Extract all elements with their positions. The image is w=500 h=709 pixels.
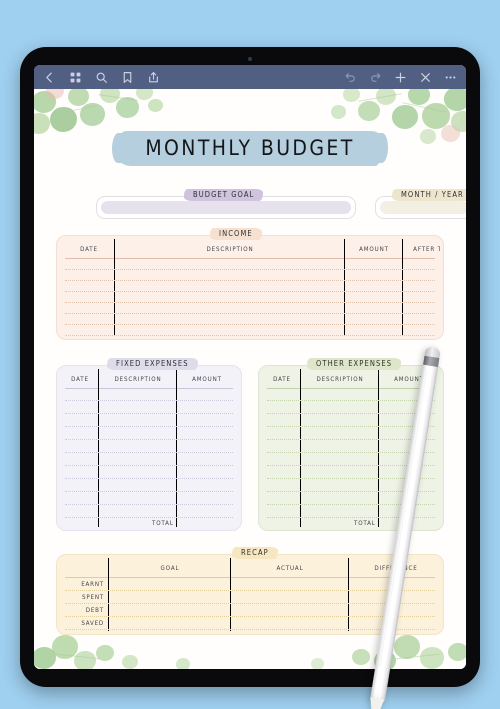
toolbar-left-group	[43, 71, 160, 84]
page-title-banner: MONTHLY BUDGET	[112, 131, 389, 166]
month-year-tag: MONTH / YEAR	[392, 189, 466, 201]
search-icon[interactable]	[95, 71, 108, 84]
page-title-wrap: MONTHLY BUDGET	[34, 131, 466, 166]
recap-col-sep-3	[348, 558, 349, 631]
front-camera-icon	[248, 57, 252, 61]
bookmark-icon[interactable]	[121, 71, 134, 84]
income-section-tag: INCOME	[210, 228, 262, 240]
recap-col-sep-2	[230, 558, 231, 631]
fixed-row-rule	[65, 439, 233, 440]
recap-row-label-saved: SAVED	[81, 620, 104, 627]
recap-header-rule	[65, 577, 435, 578]
fixed-row-rule	[65, 400, 233, 401]
fixed-col-amount: AMOUNT	[192, 376, 222, 383]
income-row-rule	[65, 335, 435, 336]
recap-col-goal: GOAL	[160, 565, 180, 572]
fixed-row-rule	[65, 491, 233, 492]
income-table[interactable]: DATE DESCRIPTION AMOUNT AFTER TAX	[60, 239, 440, 336]
fixed-row-rule	[65, 504, 233, 505]
recap-row-label-earnt: EARNT	[81, 581, 104, 588]
income-col-after-tax: AFTER TAX	[413, 246, 440, 253]
fixed-row-rule	[65, 452, 233, 453]
recap-row-rule	[65, 629, 435, 630]
fixed-row-rule	[65, 517, 233, 518]
income-row-rule	[65, 291, 435, 292]
income-col-sep-3	[402, 239, 403, 336]
income-header-rule	[65, 258, 435, 259]
recap-row-rule	[65, 616, 435, 617]
fixed-expenses-section: DATE DESCRIPTION AMOUNT TOTAL	[56, 365, 242, 531]
budget-goal-input[interactable]	[101, 201, 351, 214]
fixed-row-rule	[65, 413, 233, 414]
undo-icon[interactable]	[344, 71, 357, 84]
redo-icon[interactable]	[369, 71, 382, 84]
recap-row-rule	[65, 590, 435, 591]
add-icon[interactable]	[394, 71, 407, 84]
eucalyptus-leaves-bottom	[34, 629, 466, 669]
toolbar-right-group	[344, 71, 457, 84]
other-col-description: DESCRIPTION	[316, 376, 364, 383]
recap-col-sep-1	[108, 558, 109, 631]
other-col-date: DATE	[273, 376, 291, 383]
fixed-row-rule	[65, 465, 233, 466]
recap-section-tag: RECAP	[232, 547, 278, 559]
income-row-rule	[65, 324, 435, 325]
income-row-rule	[65, 313, 435, 314]
income-row-rule	[65, 302, 435, 303]
screenshot-root: MONTHLY BUDGET BUDGET GOAL MONTH / YEAR …	[0, 0, 500, 709]
income-col-sep-2	[344, 239, 345, 336]
income-col-amount: AMOUNT	[359, 246, 389, 253]
income-col-date: DATE	[80, 246, 98, 253]
month-year-input[interactable]	[380, 201, 466, 214]
close-icon[interactable]	[419, 71, 432, 84]
tablet-device: MONTHLY BUDGET BUDGET GOAL MONTH / YEAR …	[20, 47, 480, 709]
recap-row-label-debt: DEBT	[85, 607, 104, 614]
income-col-description: DESCRIPTION	[206, 246, 254, 253]
other-expenses-section-tag: OTHER EXPENSES	[307, 358, 402, 370]
app-toolbar	[34, 65, 466, 89]
fixed-row-rule	[65, 478, 233, 479]
recap-col-actual: ACTUAL	[276, 565, 304, 572]
fixed-total-label: TOTAL	[152, 520, 174, 527]
recap-row-label-spent: SPENT	[82, 594, 104, 601]
more-options-icon[interactable]	[444, 71, 457, 84]
income-row-rule	[65, 280, 435, 281]
back-icon[interactable]	[43, 71, 56, 84]
fixed-header-rule	[65, 388, 233, 389]
fixed-col-description: DESCRIPTION	[114, 376, 162, 383]
page-title: MONTHLY BUDGET	[145, 136, 355, 160]
other-row-rule	[267, 413, 435, 414]
share-icon[interactable]	[147, 71, 160, 84]
budget-goal-tag: BUDGET GOAL	[184, 189, 264, 201]
fixed-expenses-section-tag: FIXED EXPENSES	[107, 358, 198, 370]
fixed-col-date: DATE	[71, 376, 89, 383]
stylus-tip	[365, 697, 385, 709]
other-total-label: TOTAL	[354, 520, 376, 527]
fixed-expenses-table[interactable]: DATE DESCRIPTION AMOUNT TOTAL	[60, 369, 238, 527]
thumbnails-grid-icon[interactable]	[69, 71, 82, 84]
recap-row-rule	[65, 603, 435, 604]
other-row-rule	[267, 400, 435, 401]
other-header-rule	[267, 388, 435, 389]
income-col-sep-1	[114, 239, 115, 336]
fixed-row-rule	[65, 426, 233, 427]
income-row-rule	[65, 269, 435, 270]
other-row-rule	[267, 426, 435, 427]
income-section: DATE DESCRIPTION AMOUNT AFTER TAX	[56, 235, 444, 340]
other-row-rule	[267, 439, 435, 440]
